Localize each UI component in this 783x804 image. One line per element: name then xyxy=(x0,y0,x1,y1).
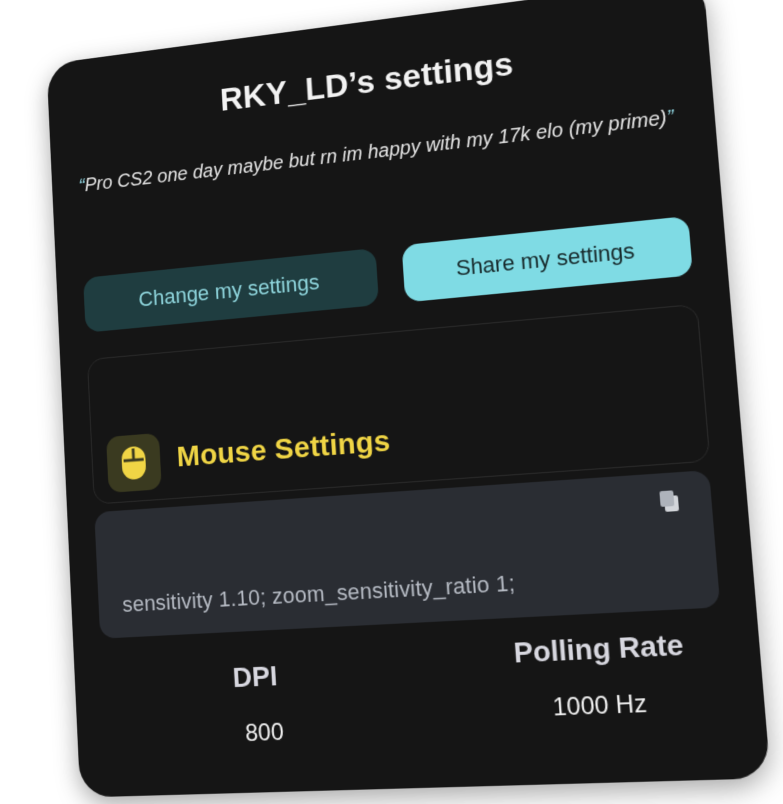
mouse-icon xyxy=(106,432,162,493)
settings-card: RKY_LD’s settings “Pro CS2 one day maybe… xyxy=(46,0,771,798)
dpi-value: 800 xyxy=(244,718,285,748)
polling-rate-value: 1000 Hz xyxy=(551,689,648,722)
change-settings-button[interactable]: Change my settings xyxy=(83,248,380,333)
quote-close-mark: ” xyxy=(665,106,675,130)
share-settings-button[interactable]: Share my settings xyxy=(401,215,693,303)
mouse-config-text: sensitivity 1.10; zoom_sensitivity_ratio… xyxy=(121,570,516,617)
polling-rate-label: Polling Rate xyxy=(512,628,685,669)
mouse-settings-panel: Mouse Settings xyxy=(86,303,711,505)
mouse-settings-title: Mouse Settings xyxy=(175,424,392,474)
dpi-label: DPI xyxy=(231,660,279,694)
copy-icon[interactable] xyxy=(655,487,685,516)
